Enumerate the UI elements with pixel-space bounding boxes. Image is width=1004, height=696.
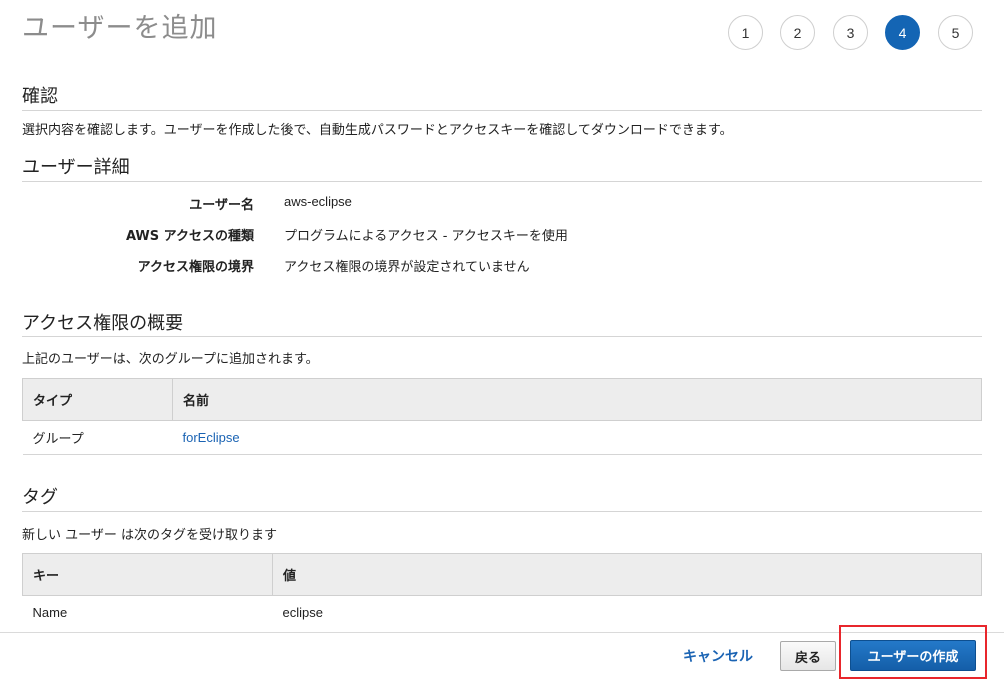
access-type-label: AWS アクセスの種類 (125, 229, 254, 244)
username-value: aws-eclipse (284, 194, 352, 209)
permissions-table: タイプ 名前 グループ forEclipse (22, 378, 982, 455)
step-1[interactable]: 1 (728, 15, 763, 50)
divider (22, 336, 982, 337)
step-5[interactable]: 5 (938, 15, 973, 50)
cell-key: Name (32, 605, 68, 621)
cell-name: forEclipse (172, 420, 982, 455)
table-row: グループ forEclipse (22, 420, 982, 455)
column-header-type: タイプ (22, 378, 173, 421)
column-header-value: 値 (272, 553, 982, 596)
review-description: 選択内容を確認します。ユーザーを作成した後で、自動生成パスワードとアクセスキーを… (22, 123, 733, 138)
create-user-button[interactable]: ユーザーの作成 (850, 640, 976, 671)
table-header-row: キー 値 (22, 553, 982, 596)
divider (22, 181, 982, 182)
permissions-description: 上記のユーザーは、次のグループに追加されます。 (22, 352, 319, 367)
tags-title: タグ (22, 487, 58, 508)
permissions-boundary-value: アクセス権限の境界が設定されていません (284, 260, 530, 275)
access-type-value: プログラムによるアクセス - アクセスキーを使用 (284, 229, 568, 244)
tags-description: 新しい ユーザー は次のタグを受け取ります (22, 528, 278, 543)
step-3[interactable]: 3 (833, 15, 868, 50)
step-4-current: 4 (885, 15, 920, 50)
divider (22, 110, 982, 111)
permissions-summary-title: アクセス権限の概要 (22, 313, 184, 334)
divider (22, 511, 982, 512)
username-label: ユーザー名 (189, 198, 254, 213)
review-title: 確認 (22, 86, 58, 107)
table-row: Name eclipse (23, 596, 982, 630)
cancel-link[interactable]: キャンセル (683, 646, 753, 666)
user-details-title: ユーザー詳細 (22, 157, 130, 178)
back-button[interactable]: 戻る (780, 641, 836, 671)
page-title: ユーザーを追加 (22, 13, 218, 44)
column-header-key: キー (22, 553, 273, 596)
column-header-name: 名前 (172, 378, 982, 421)
tags-table: キー 値 Name eclipse (22, 553, 982, 630)
cell-type: グループ (22, 420, 173, 455)
table-header-row: タイプ 名前 (22, 378, 982, 421)
permissions-boundary-label: アクセス権限の境界 (137, 260, 254, 275)
step-2[interactable]: 2 (780, 15, 815, 50)
group-link[interactable]: forEclipse (183, 430, 240, 445)
